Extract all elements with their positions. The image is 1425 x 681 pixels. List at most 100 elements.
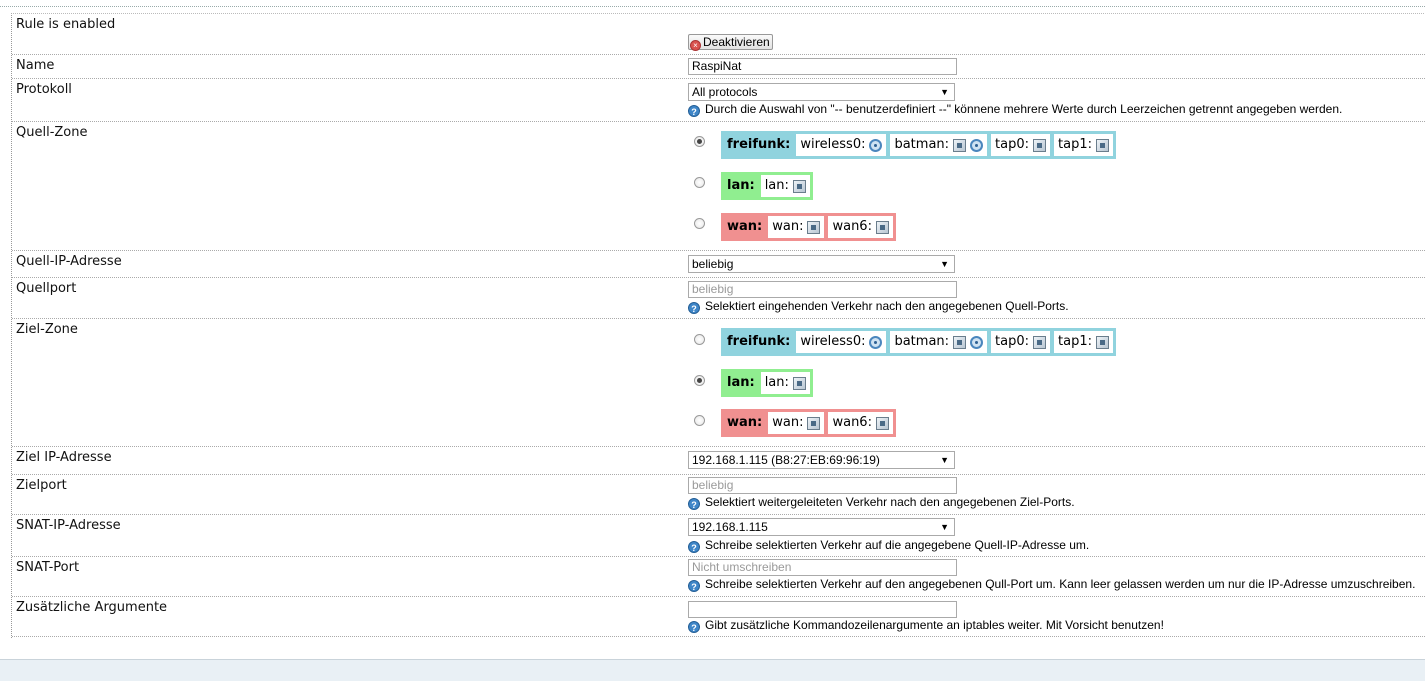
ethernet-icon [792,179,806,193]
iface-tap0: tap0: [991,134,1051,156]
zone-name-lan: lan: [727,178,755,193]
wifi-icon [869,335,883,349]
help-icon: ? [688,498,700,510]
name-input[interactable]: RaspiNat [688,58,957,75]
row-snat-ip: SNAT-IP-Adresse 192.168.1.115 ▼ ? Schreibe… [12,515,1425,557]
source-port-input[interactable]: beliebig [688,281,957,298]
protocol-help: ? Durch die Auswahl von "-- benutzerdefin… [688,102,1342,117]
source-zone-radio-wan[interactable] [694,218,705,229]
iface-wireless0: wireless0: [796,331,887,353]
label-name: Name [16,58,55,73]
chevron-down-icon: ▼ [940,455,949,465]
source-port-help: ? Selektiert eingehenden Verkehr nach den… [688,299,1069,314]
source-zone-lan[interactable]: lan: lan: [721,172,813,200]
extra-args-help-text: Gibt zusätzliche Kommandozeilenargumente… [705,618,1164,632]
zone-name-wan: wan: [727,415,763,430]
source-zone-freifunk[interactable]: freifunk: wireless0: batman: tap0: tap1: [721,131,1116,159]
chevron-down-icon: ▼ [940,522,949,532]
zone-name-wan: wan: [727,219,763,234]
ethernet-icon [953,335,967,349]
iface-label: wan6: [832,219,872,234]
row-dest-port: Zielport beliebig ? Selektiert weitergele… [12,475,1425,515]
ethernet-icon [953,138,967,152]
dest-zone-radio-freifunk[interactable] [694,334,705,345]
deactivate-button[interactable]: × Deaktivieren [688,34,773,51]
row-snat-port: SNAT-Port Nicht umschreiben ? Schreibe se… [12,557,1425,597]
row-protocol: Protokoll All protocols ▼ ? Durch die Ausw… [12,79,1425,122]
help-icon: ? [688,580,700,592]
snat-port-input[interactable]: Nicht umschreiben [688,559,957,576]
iface-label: lan: [764,178,789,193]
dest-port-help-text: Selektiert weitergeleiteten Verkehr nach… [705,495,1075,509]
iface-wan: wan: [768,412,825,434]
source-port-help-text: Selektiert eingehenden Verkehr nach den … [705,299,1069,313]
dest-ip-select[interactable]: 192.168.1.115 (B8:27:EB:69:96:19) ▼ [688,451,955,469]
label-dest-port: Zielport [16,478,67,493]
chevron-down-icon: ▼ [940,259,949,269]
label-protocol: Protokoll [16,82,72,97]
ethernet-icon [1095,138,1109,152]
iface-batman: batman: [890,331,988,353]
zone-name-freifunk: freifunk: [727,137,791,152]
label-dest-zone: Ziel-Zone [16,322,78,337]
source-zone-radio-lan[interactable] [694,177,705,188]
iface-label: tap1: [1058,334,1092,349]
help-icon: ? [688,541,700,553]
zone-name-lan: lan: [727,375,755,390]
iface-label: batman: [894,137,950,152]
help-icon: ? [688,105,700,117]
deactivate-button-label: Deaktivieren [703,35,770,49]
label-source-zone: Quell-Zone [16,125,88,140]
row-extra-args: Zusätzliche Argumente ? Gibt zusätzliche … [12,597,1425,637]
source-ip-select[interactable]: beliebig ▼ [688,255,955,273]
iface-label: wan: [772,219,804,234]
protocol-select-value: All protocols [692,85,758,99]
ethernet-icon [1033,335,1047,349]
label-snat-ip: SNAT-IP-Adresse [16,518,121,533]
source-zone-radio-freifunk[interactable] [694,136,705,147]
iface-wan6: wan6: [828,412,893,434]
ethernet-icon [875,416,889,430]
ethernet-icon [807,416,821,430]
row-enabled: Rule is enabled × Deaktivieren [12,14,1425,55]
ethernet-icon [792,376,806,390]
dest-zone-wan[interactable]: wan: wan: wan6: [721,409,896,437]
iface-lan: lan: [760,372,810,394]
iface-wan6: wan6: [828,216,893,238]
label-source-port: Quellport [16,281,77,296]
snat-ip-select-value: 192.168.1.115 [692,520,768,534]
iface-label: batman: [894,334,950,349]
wifi-icon [869,138,883,152]
ethernet-icon [1095,335,1109,349]
ethernet-icon [1033,138,1047,152]
label-source-ip: Quell-IP-Adresse [16,254,122,269]
label-enabled: Rule is enabled [16,17,116,32]
protocol-select[interactable]: All protocols ▼ [688,83,955,101]
dest-zone-radio-wan[interactable] [694,415,705,426]
label-snat-port: SNAT-Port [16,560,80,575]
snat-port-help-text: Schreibe selektierten Verkehr auf den an… [705,577,1416,591]
dest-zone-freifunk[interactable]: freifunk: wireless0: batman: tap0: tap1: [721,328,1116,356]
iface-tap0: tap0: [991,331,1051,353]
help-icon: ? [688,621,700,633]
iface-label: tap1: [1058,137,1092,152]
source-ip-select-value: beliebig [692,257,734,271]
iface-label: tap0: [995,334,1030,349]
snat-port-help: ? Schreibe selektierten Verkehr auf den a… [688,577,1415,592]
snat-ip-select[interactable]: 192.168.1.115 ▼ [688,518,955,536]
iface-label: wan6: [832,415,872,430]
source-zone-wan[interactable]: wan: wan: wan6: [721,213,896,241]
iface-label: wireless0: [800,334,866,349]
iface-tap1: tap1: [1054,134,1113,156]
row-dest-zone: Ziel-Zone freifunk: wireless0: batman: t… [12,319,1425,447]
extra-args-input[interactable] [688,601,957,618]
dest-zone-radio-lan[interactable] [694,375,705,386]
dest-port-input[interactable]: beliebig [688,477,957,494]
iface-wan: wan: [768,216,825,238]
chevron-down-icon: ▼ [940,87,949,97]
dest-zone-lan[interactable]: lan: lan: [721,369,813,397]
snat-ip-help: ? Schreibe selektierten Verkehr auf die a… [688,538,1089,553]
deactivate-icon: × [690,40,701,51]
row-source-port: Quellport beliebig ? Selektiert eingehend… [12,278,1425,319]
page-footer-bar [0,659,1425,681]
